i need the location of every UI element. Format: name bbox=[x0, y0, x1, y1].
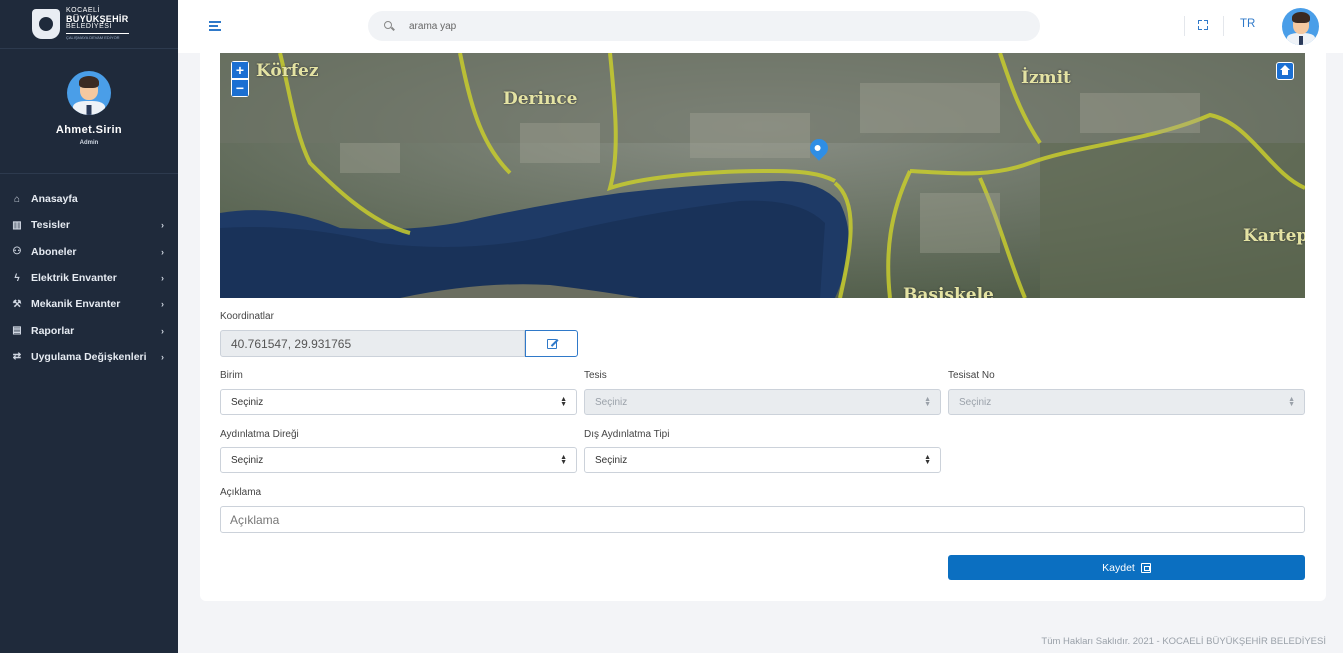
select-caret-icon: ▲ ▼ bbox=[924, 454, 931, 466]
sidebar-item-tesisler[interactable]: ▥ Tesisler › bbox=[0, 212, 178, 238]
sidebar: KOCAELİ BÜYÜKŞEHİR BELEDİYESİ ÇALIŞMAYA … bbox=[0, 0, 178, 653]
aydinlatma-diregi-select[interactable]: Seçiniz ▲ ▼ bbox=[220, 447, 577, 473]
sidebar-item-aboneler[interactable]: ⚇ Aboneler › bbox=[0, 239, 178, 265]
wrench-icon: ⚒ bbox=[12, 298, 22, 310]
aydinlatma-diregi-value: Seçiniz bbox=[231, 454, 264, 466]
logo-line-2: BÜYÜKŞEHİR bbox=[66, 13, 129, 24]
report-icon: ▤ bbox=[12, 325, 22, 337]
floppy-disk-icon bbox=[1140, 562, 1151, 573]
zoom-in-button[interactable]: + bbox=[231, 61, 249, 79]
building-icon: ▥ bbox=[12, 219, 22, 231]
footer-copyright: Tüm Hakları Saklıdır. 2021 - KOCAELİ BÜY… bbox=[1041, 636, 1326, 647]
sidebar-item-anasayfa[interactable]: ⌂ Anasayfa bbox=[0, 186, 178, 212]
sidebar-nav: ⌂ Anasayfa ▥ Tesisler › ⚇ Aboneler › ϟ E… bbox=[0, 174, 178, 370]
sync-icon: ⇄ bbox=[12, 351, 22, 363]
facility-form-card: Körfez Derince İzmit Kartepe Başiskele +… bbox=[200, 53, 1326, 601]
users-icon: ⚇ bbox=[12, 246, 22, 258]
user-avatar[interactable] bbox=[1282, 8, 1319, 45]
municipality-seal-icon bbox=[32, 9, 60, 39]
chevron-right-icon: › bbox=[161, 273, 164, 284]
zoom-control: + − bbox=[231, 61, 249, 97]
dis-aydinlatma-tipi-label: Dış Aydınlatma Tipi bbox=[584, 429, 670, 440]
select-caret-icon: ▲ ▼ bbox=[560, 396, 567, 408]
map-label-basiskele: Başiskele bbox=[903, 285, 994, 298]
chevron-right-icon: › bbox=[161, 299, 164, 310]
coordinates-label: Koordinatlar bbox=[220, 311, 274, 322]
sidebar-item-label: Raporlar bbox=[31, 324, 75, 337]
map-label-kartepe: Kartepe bbox=[1243, 226, 1305, 246]
sidebar-item-label: Uygulama Değişkenleri bbox=[31, 350, 147, 363]
sidebar-item-label: Elektrik Envanter bbox=[31, 272, 117, 285]
home-icon: ⌂ bbox=[13, 193, 21, 205]
dis-aydinlatma-tipi-select[interactable]: Seçiniz ▲ ▼ bbox=[584, 447, 941, 473]
tesis-value: Seçiniz bbox=[595, 396, 628, 408]
chevron-right-icon: › bbox=[161, 246, 164, 257]
map-label-korfez: Körfez bbox=[256, 61, 319, 81]
logo-line-4: ÇALIŞMAYA DEVAM EDİYOR bbox=[66, 34, 120, 40]
satellite-map[interactable]: Körfez Derince İzmit Kartepe Başiskele +… bbox=[220, 53, 1305, 298]
search-bar bbox=[368, 11, 1040, 41]
search-input[interactable] bbox=[409, 20, 909, 32]
zoom-out-button[interactable]: − bbox=[231, 79, 249, 97]
user-role: Admin bbox=[79, 140, 99, 146]
sidebar-item-mekanik-envanter[interactable]: ⚒ Mekanik Envanter › bbox=[0, 291, 178, 317]
chevron-right-icon: › bbox=[161, 220, 164, 231]
save-button-label: Kaydet bbox=[1102, 561, 1135, 574]
sidebar-item-label: Mekanik Envanter bbox=[31, 298, 121, 311]
edit-coordinates-button[interactable] bbox=[525, 330, 578, 357]
sidebar-item-uygulama-degiskenleri[interactable]: ⇄ Uygulama Değişkenleri › bbox=[0, 344, 178, 370]
sidebar-item-label: Tesisler bbox=[31, 219, 70, 232]
coordinates-field: 40.761547, 29.931765 bbox=[220, 330, 525, 357]
dis-aydinlatma-tipi-value: Seçiniz bbox=[595, 454, 628, 466]
birim-select[interactable]: Seçiniz ▲ ▼ bbox=[220, 389, 577, 415]
edit-icon bbox=[547, 339, 557, 349]
sidebar-item-label: Aboneler bbox=[31, 245, 77, 258]
sidebar-item-elektrik-envanter[interactable]: ϟ Elektrik Envanter › bbox=[0, 265, 178, 291]
topbar: TR bbox=[178, 0, 1343, 53]
menu-toggle-icon[interactable] bbox=[209, 21, 221, 31]
language-switch[interactable]: TR bbox=[1240, 18, 1255, 30]
fullscreen-icon[interactable] bbox=[1198, 20, 1208, 30]
sidebar-item-label: Anasayfa bbox=[31, 193, 78, 206]
tesis-label: Tesis bbox=[584, 370, 607, 381]
lightning-icon: ϟ bbox=[14, 272, 20, 284]
tesisat-no-select[interactable]: Seçiniz ▲ ▼ bbox=[948, 389, 1305, 415]
chevron-right-icon: › bbox=[161, 351, 164, 362]
save-button[interactable]: Kaydet bbox=[948, 555, 1305, 580]
search-icon[interactable] bbox=[384, 21, 394, 31]
divider bbox=[1223, 16, 1224, 36]
select-caret-icon: ▲ ▼ bbox=[924, 396, 931, 408]
aciklama-label: Açıklama bbox=[220, 487, 262, 498]
map-label-derince: Derince bbox=[503, 89, 578, 109]
aciklama-field[interactable]: Açıklama bbox=[220, 506, 1305, 533]
avatar[interactable] bbox=[67, 71, 111, 115]
logo[interactable]: KOCAELİ BÜYÜKŞEHİR BELEDİYESİ ÇALIŞMAYA … bbox=[0, 0, 178, 49]
tesis-select[interactable]: Seçiniz ▲ ▼ bbox=[584, 389, 941, 415]
select-caret-icon: ▲ ▼ bbox=[1288, 396, 1295, 408]
aydinlatma-diregi-label: Aydınlatma Direği bbox=[220, 429, 299, 440]
birim-label: Birim bbox=[220, 370, 243, 381]
birim-value: Seçiniz bbox=[231, 396, 264, 408]
tesisat-no-label: Tesisat No bbox=[948, 370, 995, 381]
logo-line-3: BELEDİYESİ bbox=[66, 23, 129, 34]
chevron-right-icon: › bbox=[161, 325, 164, 336]
tesisat-no-value: Seçiniz bbox=[959, 396, 992, 408]
map-home-button[interactable] bbox=[1276, 62, 1294, 80]
sidebar-item-raporlar[interactable]: ▤ Raporlar › bbox=[0, 317, 178, 343]
map-label-izmit: İzmit bbox=[1021, 68, 1071, 88]
user-profile: Ahmet.Sirin Admin bbox=[0, 49, 178, 174]
divider bbox=[1184, 16, 1185, 36]
logo-text: KOCAELİ BÜYÜKŞEHİR BELEDİYESİ ÇALIŞMAYA … bbox=[66, 7, 129, 42]
user-name: Ahmet.Sirin bbox=[55, 124, 123, 136]
map-imagery bbox=[220, 53, 1305, 298]
select-caret-icon: ▲ ▼ bbox=[560, 454, 567, 466]
